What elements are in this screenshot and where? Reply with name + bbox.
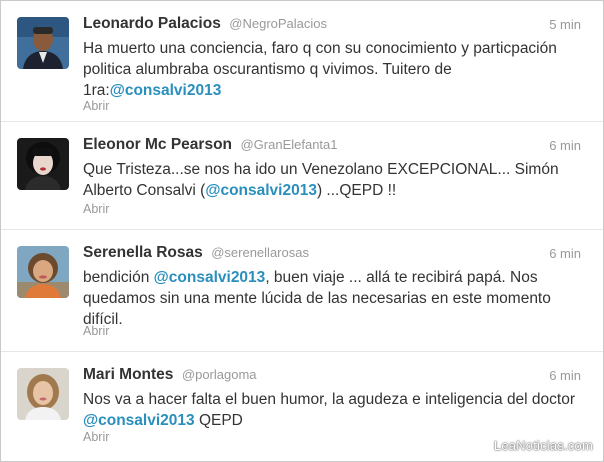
tweet-header: Eleonor Mc Pearson @GranElefanta1 6 min <box>83 136 581 158</box>
tweet-header: Mari Montes @porlagoma 6 min <box>83 366 581 388</box>
tweet-text: Nos va a hacer falta el buen humor, la a… <box>83 389 587 431</box>
user-fullname[interactable]: Leonardo Palacios <box>83 15 221 32</box>
mention-link[interactable]: @consalvi2013 <box>154 269 266 286</box>
open-tweet-link[interactable]: Abrir <box>83 99 109 113</box>
user-fullname[interactable]: Eleonor Mc Pearson <box>83 136 232 153</box>
user-avatar[interactable] <box>17 368 69 420</box>
user-handle[interactable]: @GranElefanta1 <box>240 137 337 152</box>
tweet-text-part: QEPD <box>194 412 243 429</box>
mention-link[interactable]: @consalvi2013 <box>110 82 222 99</box>
user-handle[interactable]: @NegroPalacios <box>229 16 327 31</box>
tweet-timeline: Leonardo Palacios @NegroPalacios 5 min H… <box>0 0 604 462</box>
open-tweet-link[interactable]: Abrir <box>83 324 109 338</box>
tweet-timestamp[interactable]: 6 min <box>549 138 581 153</box>
tweet-text-part: ) ...QEPD !! <box>316 182 397 199</box>
user-fullname[interactable]: Mari Montes <box>83 366 173 383</box>
open-tweet-link[interactable]: Abrir <box>83 202 109 216</box>
mention-link[interactable]: @consalvi2013 <box>83 412 195 429</box>
tweet-text-part: Nos va a hacer falta el buen humor, la a… <box>83 391 576 408</box>
user-avatar[interactable] <box>17 138 69 190</box>
tweet-text: bendición @consalvi2013, buen viaje ... … <box>83 267 587 330</box>
tweet-timestamp[interactable]: 6 min <box>549 368 581 383</box>
tweet-text-part: bendición <box>83 269 154 286</box>
tweet-item[interactable]: Serenella Rosas @serenellarosas 6 min be… <box>1 230 603 352</box>
mention-link[interactable]: @consalvi2013 <box>205 182 317 199</box>
user-handle[interactable]: @porlagoma <box>182 367 257 382</box>
watermark: LeaNoticias.com <box>493 438 593 453</box>
tweet-text: Que Tristeza...se nos ha ido un Venezola… <box>83 159 587 201</box>
tweet-text: Ha muerto una conciencia, faro q con su … <box>83 38 587 101</box>
tweet-header: Leonardo Palacios @NegroPalacios 5 min <box>83 15 581 37</box>
user-fullname[interactable]: Serenella Rosas <box>83 244 203 261</box>
tweet-header: Serenella Rosas @serenellarosas 6 min <box>83 244 581 266</box>
user-avatar[interactable] <box>17 17 69 69</box>
tweet-item[interactable]: Leonardo Palacios @NegroPalacios 5 min H… <box>1 1 603 122</box>
user-avatar[interactable] <box>17 246 69 298</box>
tweet-timestamp[interactable]: 5 min <box>549 17 581 32</box>
user-handle[interactable]: @serenellarosas <box>211 245 309 260</box>
tweet-timestamp[interactable]: 6 min <box>549 246 581 261</box>
open-tweet-link[interactable]: Abrir <box>83 430 109 444</box>
tweet-item[interactable]: Eleonor Mc Pearson @GranElefanta1 6 min … <box>1 122 603 230</box>
